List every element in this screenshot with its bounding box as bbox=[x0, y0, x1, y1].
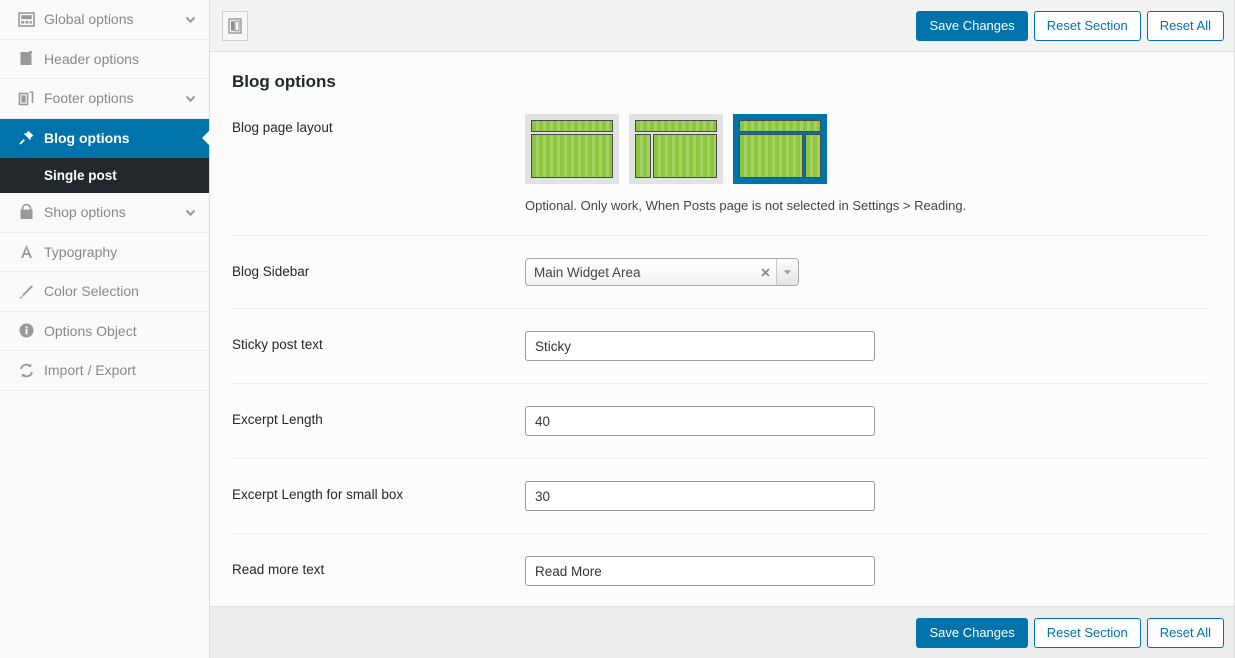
field-control bbox=[525, 331, 1210, 361]
options-main-panel: Save Changes Reset Section Reset All Blo… bbox=[210, 0, 1235, 658]
sidebar-item-label: Footer options bbox=[44, 90, 134, 107]
sidebar-item-shop-options[interactable]: Shop options bbox=[0, 193, 209, 233]
reset-all-button[interactable]: Reset All bbox=[1146, 10, 1224, 41]
layout-option-full-width[interactable] bbox=[525, 114, 619, 184]
select-value: Main Widget Area bbox=[534, 264, 641, 280]
pin-icon bbox=[18, 129, 44, 146]
chevron-down-icon bbox=[183, 13, 197, 26]
layout-option-right-sidebar[interactable] bbox=[733, 114, 827, 184]
sidebar-item-import-export[interactable]: Import / Export bbox=[0, 351, 209, 391]
field-excerpt-length: Excerpt Length bbox=[232, 383, 1210, 458]
sidebar-item-typography[interactable]: Typography bbox=[0, 232, 209, 272]
sidebar-item-label: Header options bbox=[44, 50, 139, 67]
field-control: Optional. Only work, When Posts page is … bbox=[525, 114, 1210, 213]
field-label: Excerpt Length bbox=[232, 412, 323, 427]
layout-thumbnail bbox=[635, 120, 717, 178]
sidebar-item-color-selection[interactable]: Color Selection bbox=[0, 272, 209, 312]
field-control: Main Widget Area bbox=[525, 258, 1210, 286]
field-label: Sticky post text bbox=[232, 337, 323, 352]
excerpt-length-input[interactable] bbox=[525, 406, 875, 436]
thumb-header-block bbox=[635, 120, 717, 132]
thumb-sidebar-block bbox=[635, 134, 651, 178]
thumb-header-block bbox=[739, 120, 821, 132]
read-more-text-input[interactable] bbox=[525, 556, 875, 586]
sidebar-item-blog-options[interactable]: Blog options bbox=[0, 118, 210, 158]
footer-reset-section-button[interactable]: Reset Section bbox=[1033, 617, 1141, 648]
field-help-text: Optional. Only work, When Posts page is … bbox=[525, 198, 967, 213]
excerpt-length-small-input[interactable] bbox=[525, 481, 875, 511]
thumb-content-block bbox=[531, 134, 613, 178]
footer-reset-all-button[interactable]: Reset All bbox=[1146, 617, 1224, 648]
field-blog-page-layout: Blog page layout Optional. Only work, Wh… bbox=[232, 108, 1210, 235]
layout-picker bbox=[525, 114, 1210, 184]
field-control bbox=[525, 406, 1210, 436]
sidebar-item-label: Typography bbox=[44, 243, 118, 260]
sidebar-item-header-options[interactable]: Header options bbox=[0, 39, 209, 79]
sidebar-item-label: Options Object bbox=[44, 322, 137, 339]
thumb-header-block bbox=[531, 120, 613, 132]
save-changes-button[interactable]: Save Changes bbox=[916, 10, 1028, 41]
sidebar-subitem-single-post[interactable]: Single post bbox=[0, 158, 209, 193]
sync-icon bbox=[18, 362, 44, 379]
thumb-body-block bbox=[739, 134, 821, 178]
sticky-post-text-input[interactable] bbox=[525, 331, 875, 361]
field-label: Read more text bbox=[232, 562, 325, 577]
shopping-bag-icon bbox=[18, 203, 44, 221]
letter-a-icon bbox=[18, 243, 44, 260]
field-read-more-text: Read more text bbox=[232, 533, 1210, 606]
field-excerpt-length-small-box: Excerpt Length for small box bbox=[232, 458, 1210, 533]
thumb-content-block bbox=[653, 134, 717, 178]
options-content: Blog options Blog page layout Optional. … bbox=[210, 52, 1234, 606]
footer-save-changes-button[interactable]: Save Changes bbox=[916, 617, 1028, 648]
thumb-sidebar-block bbox=[805, 134, 821, 178]
close-icon[interactable] bbox=[754, 259, 776, 285]
panel-toggle-icon[interactable] bbox=[222, 10, 248, 41]
sidebar-item-label: Shop options bbox=[44, 204, 126, 221]
sidebar-item-label: Color Selection bbox=[44, 283, 139, 300]
field-control bbox=[525, 556, 1210, 586]
thumb-content-block bbox=[739, 134, 803, 178]
sidebar-item-label: Global options bbox=[44, 11, 134, 28]
chevron-down-icon[interactable] bbox=[776, 259, 798, 285]
blog-sidebar-select[interactable]: Main Widget Area bbox=[525, 258, 799, 286]
field-control bbox=[525, 481, 1210, 511]
footer-actions: Save Changes Reset Section Reset All bbox=[916, 617, 1224, 648]
thumb-body-block bbox=[635, 134, 717, 178]
sidebar-item-global-options[interactable]: Global options bbox=[0, 0, 209, 40]
sidebar-item-label: Import / Export bbox=[44, 362, 136, 379]
brush-icon bbox=[18, 283, 44, 300]
thumb-body-block bbox=[531, 134, 613, 178]
layout-thumbnail bbox=[739, 120, 821, 178]
theme-options-page: Global options Header options Footer opt… bbox=[0, 0, 1235, 658]
layers-icon bbox=[18, 90, 44, 107]
bottom-toolbar: Save Changes Reset Section Reset All bbox=[210, 606, 1234, 658]
field-label: Excerpt Length for small box bbox=[232, 487, 404, 502]
page-icon bbox=[18, 50, 44, 67]
chevron-down-icon bbox=[183, 92, 197, 105]
info-icon bbox=[18, 322, 44, 339]
page-title: Blog options bbox=[232, 72, 336, 91]
reset-section-button[interactable]: Reset Section bbox=[1033, 10, 1141, 41]
sidebar-item-footer-options[interactable]: Footer options bbox=[0, 79, 209, 119]
field-label: Blog page layout bbox=[232, 120, 333, 135]
top-toolbar: Save Changes Reset Section Reset All bbox=[210, 0, 1234, 52]
layout-option-left-sidebar[interactable] bbox=[629, 114, 723, 184]
sidebar-item-label: Blog options bbox=[44, 129, 130, 146]
options-sidebar: Global options Header options Footer opt… bbox=[0, 0, 210, 658]
field-sticky-post-text: Sticky post text bbox=[232, 308, 1210, 383]
sidebar-item-options-object[interactable]: Options Object bbox=[0, 311, 209, 351]
sidebar-subitem-label: Single post bbox=[44, 167, 117, 183]
layout-thumbnail bbox=[531, 120, 613, 178]
chevron-down-icon bbox=[183, 206, 197, 219]
toolbar-actions: Save Changes Reset Section Reset All bbox=[916, 10, 1224, 41]
dashboard-icon bbox=[18, 11, 44, 28]
field-blog-sidebar: Blog Sidebar Main Widget Area bbox=[232, 235, 1210, 308]
field-label: Blog Sidebar bbox=[232, 264, 310, 279]
